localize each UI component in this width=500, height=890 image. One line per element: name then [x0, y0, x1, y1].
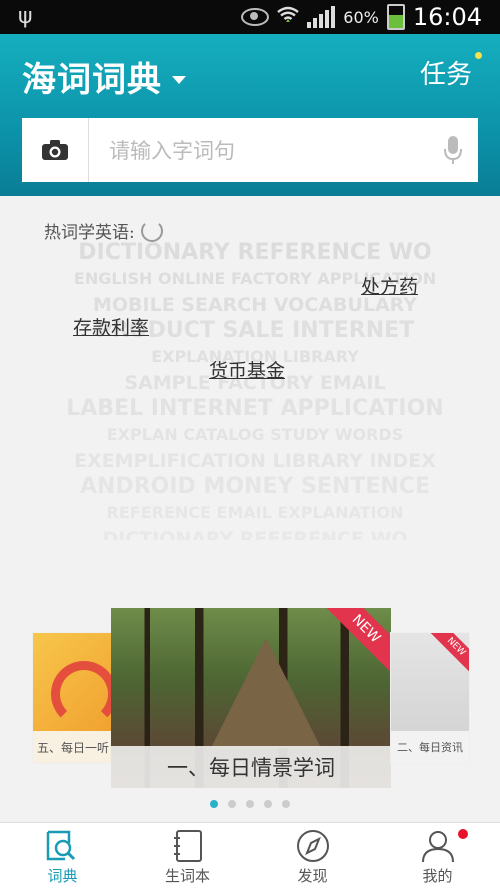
- tab-profile[interactable]: 我的: [375, 823, 500, 890]
- carousel-caption-left: 五、每日一听: [33, 731, 113, 763]
- profile-notification-dot: [458, 829, 468, 839]
- compass-icon: [296, 830, 329, 862]
- app-title: 海词词典: [22, 60, 162, 100]
- signal-icon: [307, 6, 336, 28]
- new-badge-small: NEW: [425, 633, 469, 678]
- battery-percent: 60%: [343, 7, 379, 27]
- task-label: 任务: [419, 60, 472, 90]
- caret-down-icon: [172, 75, 186, 84]
- app-header: 海词词典 任务 请输入字词句: [0, 34, 500, 196]
- word-cloud-line: ANDROID MONEY SENTENCE: [80, 474, 430, 499]
- search-input[interactable]: 请输入字词句: [89, 135, 428, 165]
- camera-icon[interactable]: [22, 118, 89, 182]
- word-cloud-line: LABEL INTERNET APPLICATION: [66, 396, 444, 421]
- task-button[interactable]: 任务: [419, 52, 482, 91]
- word-cloud-line: EXPLAN CATALOG STUDY WORDS: [106, 425, 404, 444]
- status-bar: ψ 60% 16:04: [0, 0, 500, 34]
- hot-word-deposit-rate[interactable]: 存款利率: [73, 313, 149, 340]
- battery-icon: [386, 4, 405, 30]
- usb-icon: ψ: [18, 4, 33, 29]
- tab-label-profile: 我的: [422, 867, 453, 885]
- carousel-dot[interactable]: [210, 800, 218, 808]
- tab-label-vocabulary-book: 生词本: [164, 867, 210, 885]
- word-cloud-line: DICTIONARY REFERENCE WO: [102, 528, 408, 540]
- task-notification-dot: [475, 52, 482, 59]
- headphones-icon: [51, 661, 113, 727]
- hot-word-prescription-drug[interactable]: 处方药: [361, 272, 418, 299]
- dictionary-icon: [46, 830, 75, 861]
- notebook-icon: [173, 830, 202, 862]
- microphone-icon[interactable]: [428, 135, 478, 165]
- carousel-card-daily-listening[interactable]: 五、每日一听: [32, 632, 114, 764]
- carousel-caption-right: 二、每日资讯: [391, 731, 469, 763]
- carousel-dot[interactable]: [246, 800, 254, 808]
- tab-dictionary[interactable]: 词典: [0, 823, 125, 890]
- word-cloud-line: REFERENCE EMAIL EXPLANATION: [106, 503, 404, 522]
- carousel-caption-main: 一、每日情景学词: [111, 746, 391, 788]
- carousel-card-daily-scene-words[interactable]: NEW 一、每日情景学词: [111, 608, 391, 788]
- carousel-dot[interactable]: [228, 800, 236, 808]
- tab-discover[interactable]: 发现: [250, 823, 375, 890]
- refresh-icon[interactable]: [140, 219, 163, 242]
- carousel-dot[interactable]: [264, 800, 272, 808]
- bottom-tab-bar: 词典 生词本 发现 我的: [0, 822, 500, 890]
- dictionary-selector[interactable]: 海词词典: [22, 52, 186, 101]
- word-cloud-line: DICTIONARY REFERENCE WO: [78, 240, 432, 265]
- tipi-image: [211, 638, 321, 748]
- word-cloud-line: EXEMPLIFICATION LIBRARY INDEX: [74, 450, 436, 472]
- clock: 16:04: [412, 3, 482, 31]
- carousel-pagination: [0, 800, 500, 808]
- eye-icon: [241, 8, 270, 26]
- search-bar[interactable]: 请输入字词句: [22, 118, 478, 182]
- tab-label-discover: 发现: [297, 867, 328, 885]
- carousel-dot[interactable]: [282, 800, 290, 808]
- carousel-card-daily-news[interactable]: NEW 二、每日资讯: [390, 632, 470, 764]
- tab-label-dictionary: 词典: [47, 867, 78, 885]
- tab-vocabulary-book[interactable]: 生词本: [125, 823, 250, 890]
- hot-word-money-fund[interactable]: 货币基金: [209, 356, 285, 383]
- wifi-icon: [277, 6, 300, 29]
- profile-icon: [421, 831, 454, 863]
